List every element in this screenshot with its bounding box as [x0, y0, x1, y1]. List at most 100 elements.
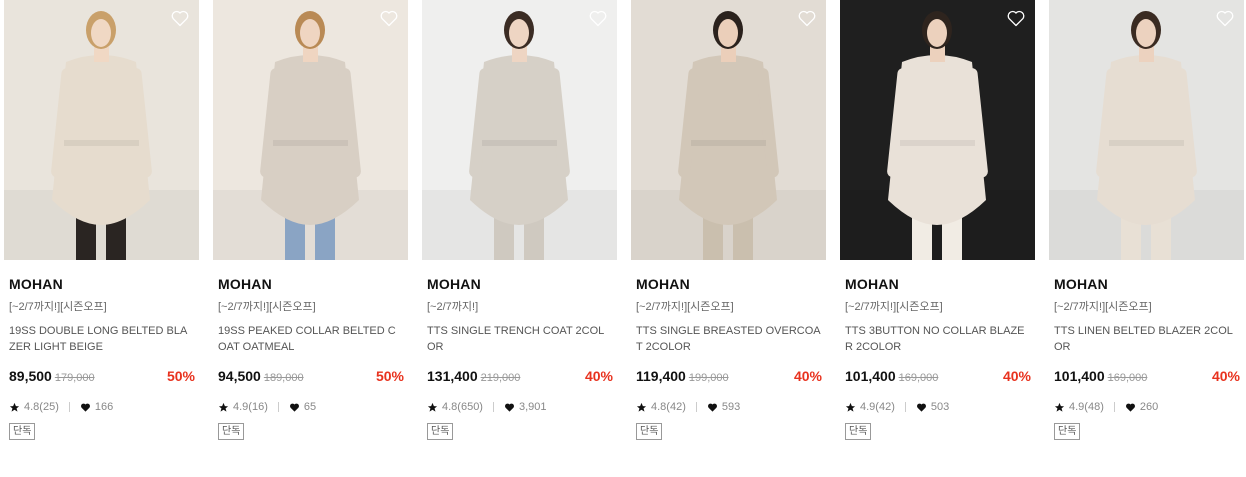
sale-price: 94,500: [218, 368, 261, 384]
product-photo: [1049, 0, 1244, 260]
star-icon: [845, 402, 856, 412]
wishlist-heart-icon[interactable]: [1215, 8, 1235, 28]
product-image[interactable]: [1049, 0, 1244, 260]
price-row: 131,400 219,000 40%: [427, 368, 617, 386]
exclusive-badge: 단독: [845, 423, 872, 440]
brand-name[interactable]: MOHAN: [9, 276, 199, 293]
sale-price: 101,400: [1054, 368, 1105, 384]
discount-rate: 50%: [166, 368, 195, 384]
price-row: 101,400 169,000 40%: [845, 368, 1035, 386]
likes: 3,901: [504, 401, 547, 413]
promo-label: [~2/7까지!]: [427, 301, 479, 313]
rating: 4.9(16): [218, 401, 268, 413]
product-image[interactable]: [422, 0, 617, 260]
rating-value: 4.8(25): [24, 401, 59, 413]
brand-name[interactable]: MOHAN: [1054, 276, 1244, 293]
rating-value: 4.9(16): [233, 401, 268, 413]
wishlist-heart-icon[interactable]: [588, 8, 608, 28]
likes: 260: [1125, 401, 1158, 413]
product-name[interactable]: 19SS PEAKED COLLAR BELTED COAT OATMEAL: [218, 323, 403, 355]
brand-name[interactable]: MOHAN: [636, 276, 826, 293]
rating: 4.8(650): [427, 401, 483, 413]
star-icon: [427, 402, 438, 412]
original-price: 169,000: [1107, 372, 1148, 384]
likes-count: 503: [930, 401, 950, 413]
original-price: 169,000: [898, 372, 939, 384]
product-card[interactable]: MOHAN [~2/7까지!] TTS SINGLE TRENCH COAT 2…: [422, 0, 617, 440]
promo-label: [~2/7까지!][시즌오프]: [218, 301, 316, 313]
wishlist-heart-icon[interactable]: [379, 8, 399, 28]
brand-name[interactable]: MOHAN: [427, 276, 617, 293]
rating: 4.8(42): [636, 401, 686, 413]
original-price: 179,000: [54, 372, 95, 384]
product-image[interactable]: [631, 0, 826, 260]
sale-price: 101,400: [845, 368, 896, 384]
likes-count: 593: [721, 401, 741, 413]
original-price: 199,000: [688, 372, 729, 384]
discount-rate: 40%: [584, 368, 613, 384]
heart-filled-icon: [1125, 403, 1135, 412]
product-name[interactable]: TTS LINEN BELTED BLAZER 2COLOR: [1054, 323, 1239, 355]
price-row: 94,500 189,000 50%: [218, 368, 408, 386]
product-grid: MOHAN [~2/7까지!][시즌오프] 19SS DOUBLE LONG B…: [4, 0, 1244, 440]
rating-value: 4.9(42): [860, 401, 895, 413]
rating: 4.9(42): [845, 401, 895, 413]
divider: [68, 402, 70, 412]
heart-filled-icon: [505, 403, 514, 412]
rating-value: 4.8(42): [651, 401, 686, 413]
rating: 4.9(48): [1054, 401, 1104, 413]
product-stats: 4.9(48) 260: [1054, 399, 1244, 415]
divider: [695, 402, 697, 412]
promo-label: [~2/7까지!][시즌오프]: [636, 301, 734, 313]
wishlist-heart-icon[interactable]: [797, 8, 817, 28]
product-stats: 4.9(42) 503: [845, 399, 1035, 415]
wishlist-heart-icon[interactable]: [170, 8, 190, 28]
wishlist-heart-icon[interactable]: [1006, 8, 1026, 28]
price-row: 119,400 199,000 40%: [636, 368, 826, 386]
product-image[interactable]: [213, 0, 408, 260]
product-name[interactable]: TTS SINGLE BREASTED OVERCOAT 2COLOR: [636, 323, 821, 355]
promo-label: [~2/7까지!][시즌오프]: [9, 301, 107, 313]
heart-filled-icon: [916, 403, 926, 412]
promo-label: [~2/7까지!][시즌오프]: [1054, 301, 1152, 313]
product-stats: 4.8(25) 166: [9, 399, 199, 415]
likes-count: 3,901: [518, 401, 547, 413]
sale-price: 131,400: [427, 368, 478, 384]
product-photo: [213, 0, 408, 260]
product-photo: [4, 0, 199, 260]
likes: 503: [916, 401, 949, 413]
star-icon: [636, 402, 647, 412]
product-photo: [840, 0, 1035, 260]
brand-name[interactable]: MOHAN: [845, 276, 1035, 293]
original-price: 189,000: [263, 372, 304, 384]
product-name[interactable]: TTS 3BUTTON NO COLLAR BLAZER 2COLOR: [845, 323, 1030, 355]
product-card[interactable]: MOHAN [~2/7까지!][시즌오프] 19SS DOUBLE LONG B…: [4, 0, 199, 440]
product-card[interactable]: MOHAN [~2/7까지!][시즌오프] TTS SINGLE BREASTE…: [631, 0, 826, 440]
product-name[interactable]: TTS SINGLE TRENCH COAT 2COLOR: [427, 323, 612, 355]
product-card[interactable]: MOHAN [~2/7까지!][시즌오프] 19SS PEAKED COLLAR…: [213, 0, 408, 440]
price-row: 89,500 179,000 50%: [9, 368, 199, 386]
product-image[interactable]: [4, 0, 199, 260]
product-photo: [422, 0, 617, 260]
likes: 65: [289, 401, 316, 413]
product-stats: 4.8(42) 593: [636, 399, 826, 415]
product-image[interactable]: [840, 0, 1035, 260]
sale-price: 89,500: [9, 368, 52, 384]
star-icon: [1054, 402, 1065, 412]
divider: [1113, 402, 1115, 412]
product-card[interactable]: MOHAN [~2/7까지!][시즌오프] TTS LINEN BELTED B…: [1049, 0, 1244, 440]
product-card[interactable]: MOHAN [~2/7까지!][시즌오프] TTS 3BUTTON NO COL…: [840, 0, 1035, 440]
likes: 166: [80, 401, 113, 413]
product-stats: 4.8(650) 3,901: [427, 399, 617, 415]
sale-price: 119,400: [636, 368, 686, 384]
product-name[interactable]: 19SS DOUBLE LONG BELTED BLAZER LIGHT BEI…: [9, 323, 194, 355]
product-stats: 4.9(16) 65: [218, 399, 408, 415]
heart-filled-icon: [80, 403, 90, 412]
heart-filled-icon: [289, 403, 299, 412]
divider: [904, 402, 906, 412]
brand-name[interactable]: MOHAN: [218, 276, 408, 293]
star-icon: [218, 402, 229, 412]
likes-count: 65: [303, 401, 317, 413]
likes: 593: [707, 401, 740, 413]
discount-rate: 40%: [1211, 368, 1240, 384]
